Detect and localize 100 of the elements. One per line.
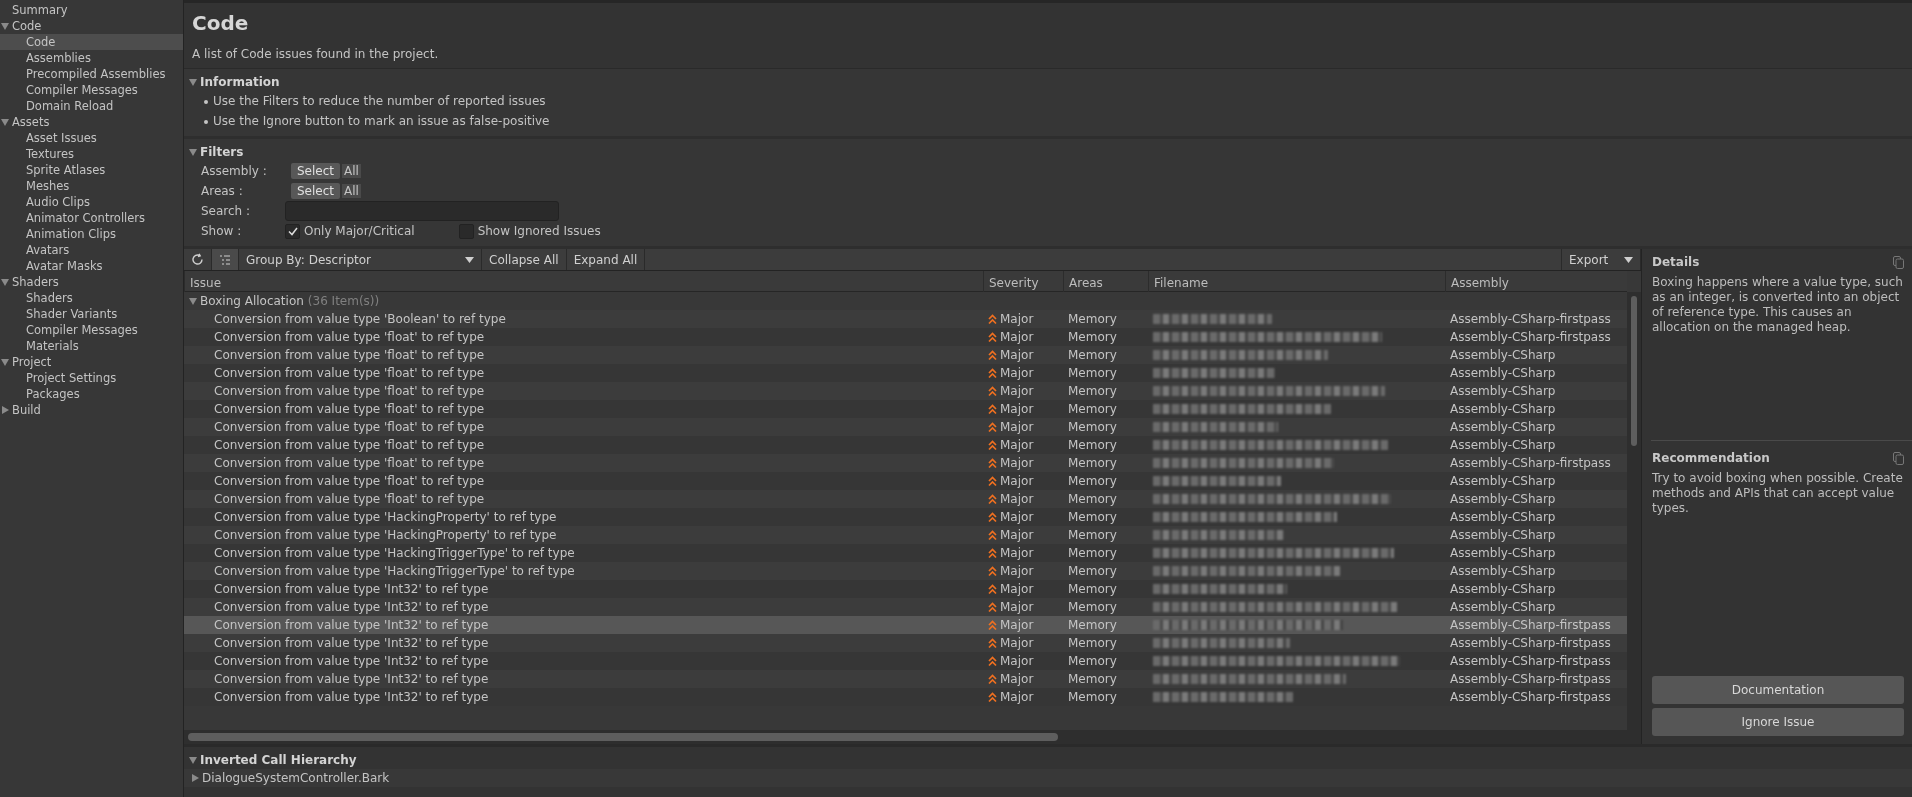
table-row[interactable]: Conversion from value type 'Int32' to ref type Major Memory Assembly-CSharp-firstpass bbox=[184, 670, 1627, 688]
sidebar-item[interactable]: Animator Controllers bbox=[0, 210, 183, 226]
sidebar-item[interactable]: Avatar Masks bbox=[0, 258, 183, 274]
assembly-cell-text: Assembly-CSharp-firstpass bbox=[1449, 312, 1612, 326]
sidebar-item[interactable]: Code bbox=[0, 34, 183, 50]
sidebar-item[interactable]: Precompiled Assemblies bbox=[0, 66, 183, 82]
sidebar-item[interactable]: Meshes bbox=[0, 178, 183, 194]
checkbox[interactable] bbox=[285, 223, 300, 239]
sidebar-item[interactable]: Materials bbox=[0, 338, 183, 354]
table-row[interactable]: Conversion from value type 'HackingProperty' to ref type Major Memory Assembly-CSharp bbox=[184, 526, 1627, 544]
copy-icon[interactable] bbox=[1893, 255, 1904, 269]
horizontal-scrollbar[interactable] bbox=[184, 730, 1641, 744]
caret-icon bbox=[465, 256, 474, 263]
table-row[interactable]: Conversion from value type 'HackingTriggerType' to ref type Major Memory Assembly-CSharp bbox=[184, 562, 1627, 580]
list-view-button[interactable] bbox=[212, 249, 239, 270]
double-chevron-up-icon bbox=[988, 637, 997, 649]
area-cell-text: Memory bbox=[1067, 312, 1118, 326]
disclosure-icon[interactable] bbox=[188, 77, 198, 87]
table-row[interactable]: Conversion from value type 'float' to ref type Major Memory Assembly-CSharp bbox=[184, 346, 1627, 364]
sidebar-item[interactable]: Asset Issues bbox=[0, 130, 183, 146]
page-description: A list of Code issues found in the project. bbox=[192, 47, 440, 61]
table-row[interactable]: Conversion from value type 'float' to ref type Major Memory Assembly-CSharp-firstpass bbox=[184, 454, 1627, 472]
double-chevron-up-icon bbox=[988, 583, 997, 595]
area-cell-text: Memory bbox=[1067, 654, 1118, 668]
sidebar-item[interactable]: Shaders bbox=[0, 290, 183, 306]
filter-label: Assembly : bbox=[201, 164, 268, 178]
assembly-cell-text: Assembly-CSharp bbox=[1449, 564, 1557, 578]
sidebar-item[interactable]: Animation Clips bbox=[0, 226, 183, 242]
sidebar-item[interactable]: Sprite Atlases bbox=[0, 162, 183, 178]
area-cell-text: Memory bbox=[1067, 402, 1118, 416]
assembly-cell-text: Assembly-CSharp bbox=[1449, 600, 1557, 614]
disclosure-icon[interactable] bbox=[0, 357, 10, 367]
severity-cell: Major bbox=[1000, 654, 1034, 668]
sidebar-item[interactable]: Avatars bbox=[0, 242, 183, 258]
checkbox-label: Only Major/Critical bbox=[304, 224, 415, 238]
disclosure-icon[interactable] bbox=[0, 21, 10, 31]
issue-cell-text: Conversion from value type 'float' to ref type bbox=[213, 348, 486, 362]
table-row[interactable]: Conversion from value type 'float' to ref type Major Memory Assembly-CSharp bbox=[184, 382, 1627, 400]
sidebar-item[interactable]: Summary bbox=[0, 2, 183, 18]
sidebar-item[interactable]: Packages bbox=[0, 386, 183, 402]
assembly-cell-text: Assembly-CSharp bbox=[1449, 366, 1557, 380]
assembly-cell-text: Assembly-CSharp bbox=[1449, 420, 1557, 434]
refresh-icon bbox=[191, 253, 204, 266]
disclosure-icon[interactable] bbox=[0, 405, 10, 415]
disclosure-icon[interactable] bbox=[188, 296, 198, 306]
copy-icon[interactable] bbox=[1893, 451, 1904, 465]
sidebar-item[interactable]: Shader Variants bbox=[0, 306, 183, 322]
issue-cell-text: Conversion from value type 'Int32' to ref type bbox=[213, 654, 490, 668]
table-row[interactable]: Conversion from value type 'float' to ref type Major Memory Assembly-CSharp bbox=[184, 418, 1627, 436]
issue-cell-text: Conversion from value type 'Int32' to ref type bbox=[213, 582, 490, 596]
select-button[interactable]: Select bbox=[291, 163, 341, 179]
vertical-scrollbar[interactable] bbox=[1627, 292, 1641, 730]
sidebar-item[interactable]: Assemblies bbox=[0, 50, 183, 66]
double-chevron-up-icon bbox=[988, 655, 997, 667]
severity-cell: Major bbox=[1000, 672, 1034, 686]
table-row[interactable]: Conversion from value type 'Int32' to ref type Major Memory Assembly-CSharp-firstpass bbox=[184, 634, 1627, 652]
issue-cell-text: Conversion from value type 'Int32' to ref type bbox=[213, 618, 490, 632]
sidebar-item[interactable]: Assets bbox=[0, 114, 183, 130]
disclosure-icon[interactable] bbox=[190, 773, 200, 783]
sidebar-item[interactable]: Code bbox=[0, 18, 183, 34]
sidebar-item[interactable]: Project Settings bbox=[0, 370, 183, 386]
disclosure-icon[interactable] bbox=[188, 147, 198, 157]
double-chevron-up-icon bbox=[988, 619, 997, 631]
area-cell-text: Memory bbox=[1067, 438, 1118, 452]
area-cell-text: Memory bbox=[1067, 672, 1118, 686]
disclosure-icon[interactable] bbox=[188, 755, 198, 765]
select-button[interactable]: Select bbox=[291, 183, 341, 199]
section-title: Information bbox=[200, 75, 280, 89]
sidebar-item[interactable]: Audio Clips bbox=[0, 194, 183, 210]
disclosure-icon[interactable] bbox=[0, 117, 10, 127]
filter-label: Show : bbox=[201, 224, 243, 238]
severity-cell: Major bbox=[1000, 456, 1034, 470]
assembly-cell-text: Assembly-CSharp bbox=[1449, 546, 1557, 560]
sidebar-item[interactable]: Textures bbox=[0, 146, 183, 162]
area-cell-text: Memory bbox=[1067, 564, 1118, 578]
sidebar-item[interactable]: Shaders bbox=[0, 274, 183, 290]
issue-cell-text: Conversion from value type 'HackingTriggerType' to ref type bbox=[213, 546, 576, 560]
issue-cell-text: Conversion from value type 'HackingProperty' to ref type bbox=[213, 510, 558, 524]
action-button[interactable]: Ignore Issue bbox=[1652, 708, 1904, 736]
tree-item[interactable]: DialogueSystemController.Bark bbox=[202, 771, 390, 785]
sidebar-item[interactable]: Project bbox=[0, 354, 183, 370]
sidebar-item[interactable]: Compiler Messages bbox=[0, 322, 183, 338]
action-button[interactable]: Documentation bbox=[1652, 676, 1904, 704]
table-row[interactable]: Conversion from value type 'Int32' to ref type Major Memory Assembly-CSharp-firstpass bbox=[184, 616, 1627, 634]
area-cell-text: Memory bbox=[1067, 600, 1118, 614]
severity-cell: Major bbox=[1000, 438, 1034, 452]
export-dropdown[interactable]: Export bbox=[1561, 249, 1641, 270]
severity-cell: Major bbox=[1000, 636, 1034, 650]
table-row[interactable]: Conversion from value type 'Int32' to ref type Major Memory Assembly-CSharp bbox=[184, 598, 1627, 616]
sidebar-item[interactable]: Domain Reload bbox=[0, 98, 183, 114]
sidebar-item[interactable]: Compiler Messages bbox=[0, 82, 183, 98]
table-row[interactable]: Conversion from value type 'float' to ref type Major Memory Assembly-CSharp bbox=[184, 490, 1627, 508]
sidebar-item[interactable]: Build bbox=[0, 402, 183, 418]
double-chevron-up-icon bbox=[988, 385, 997, 397]
double-chevron-up-icon bbox=[988, 547, 997, 559]
disclosure-icon[interactable] bbox=[0, 277, 10, 287]
assembly-cell-text: Assembly-CSharp-firstpass bbox=[1449, 330, 1612, 344]
severity-cell: Major bbox=[1000, 528, 1034, 542]
table-row[interactable]: Conversion from value type 'Boolean' to ref type Major Memory Assembly-CSharp-firstpass bbox=[184, 310, 1627, 328]
area-cell-text: Memory bbox=[1067, 456, 1118, 470]
